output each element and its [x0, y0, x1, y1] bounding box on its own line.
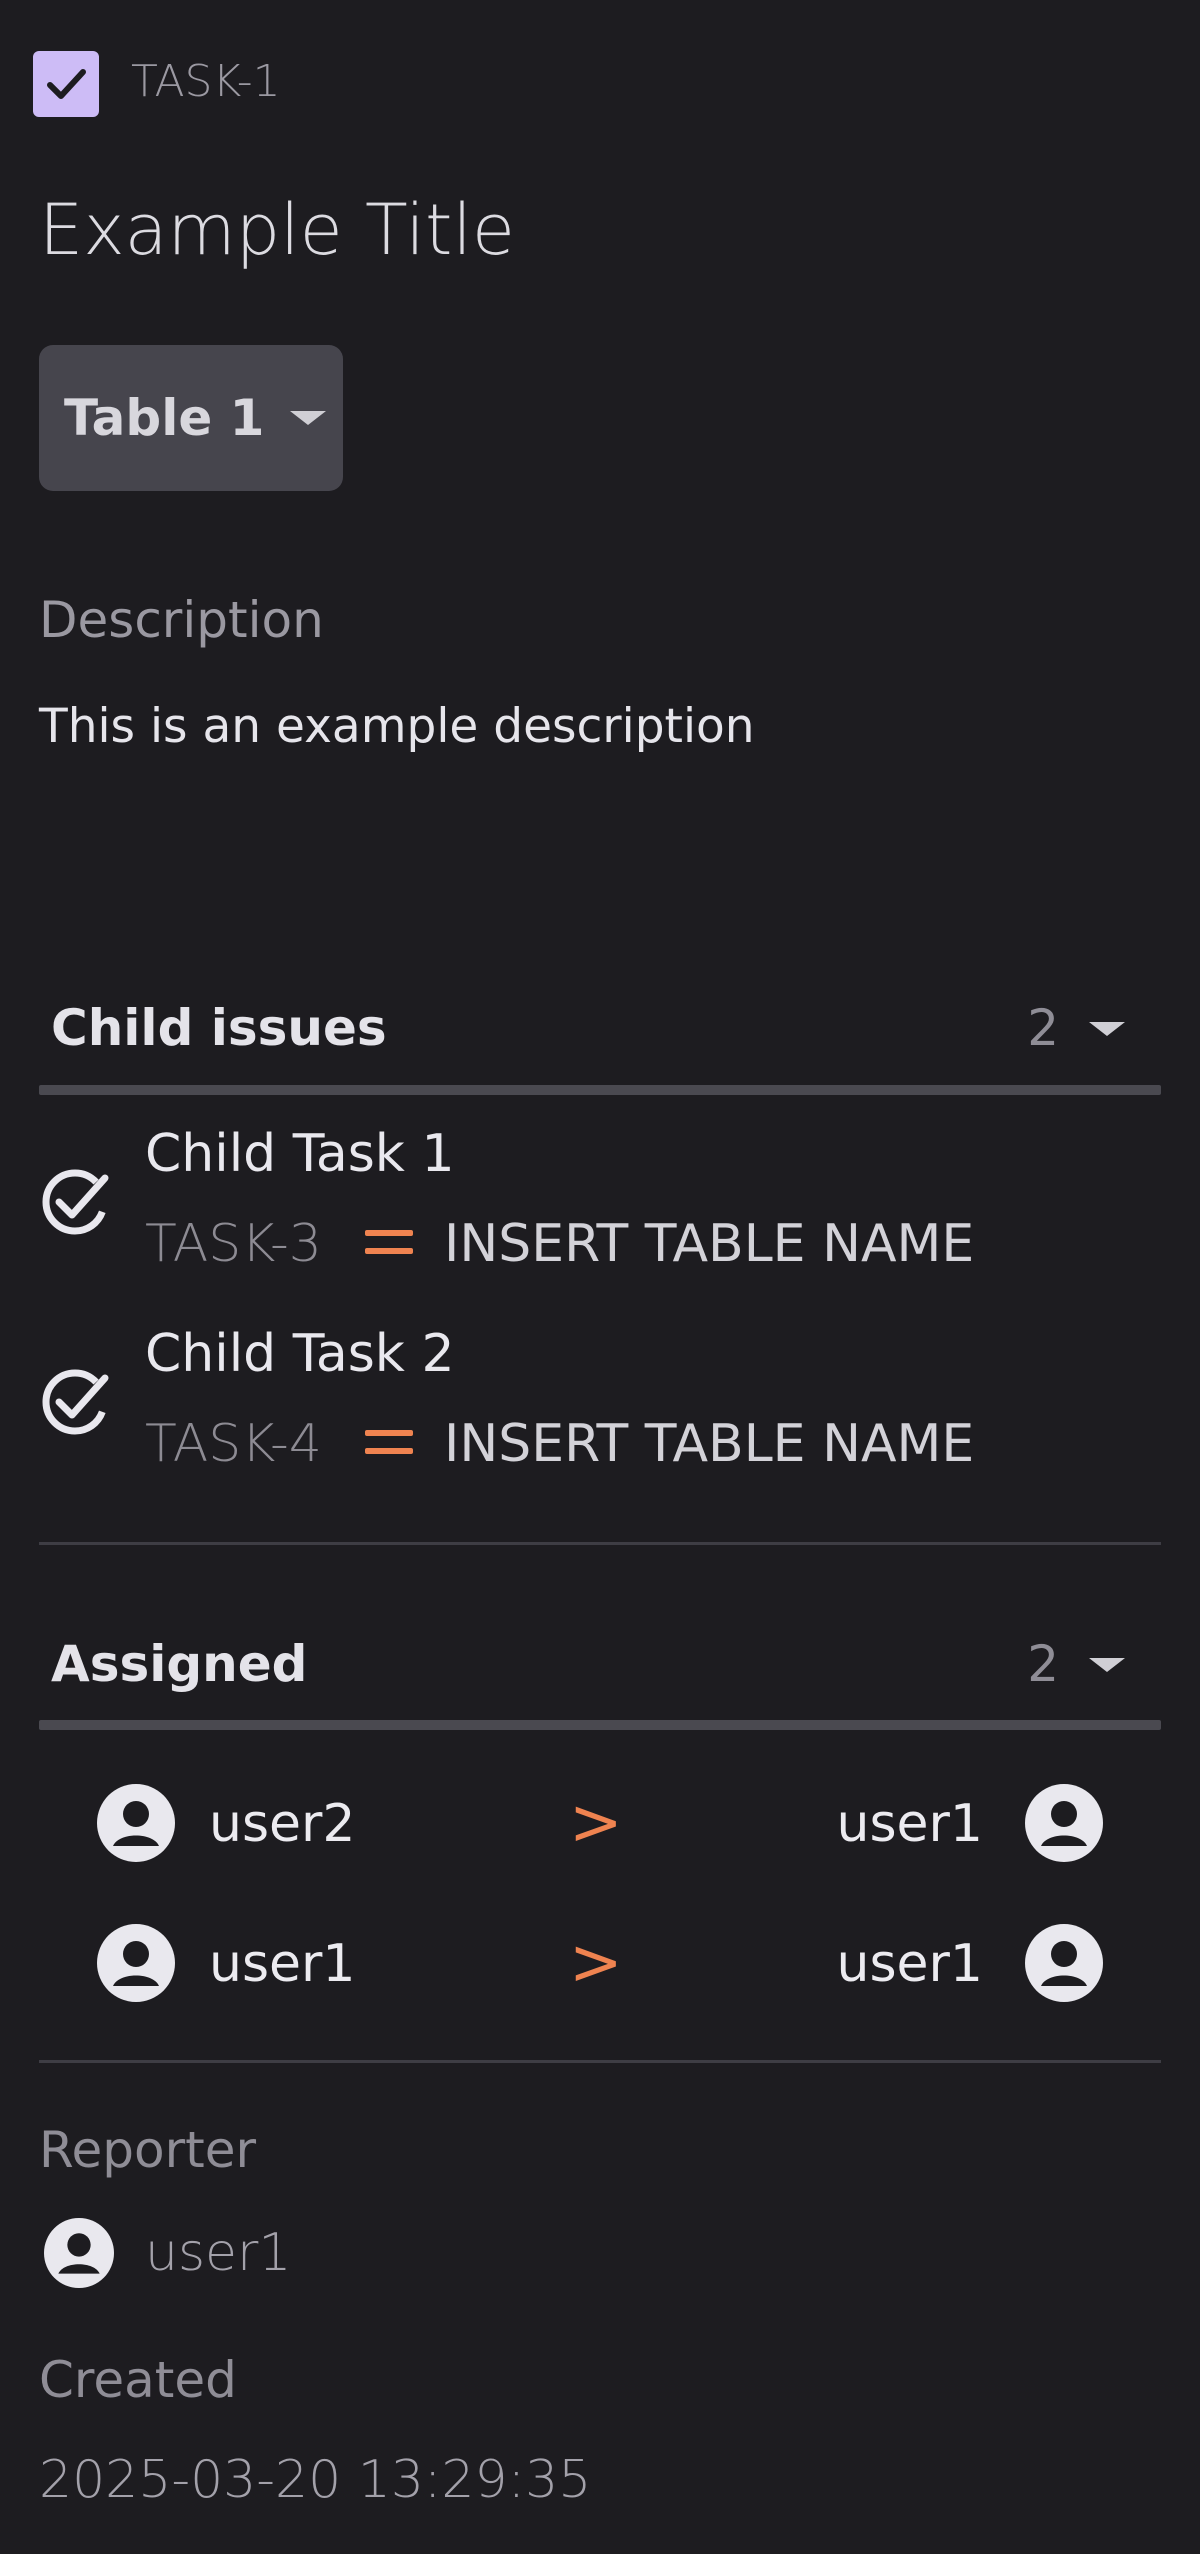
assignment-item[interactable]: user1 > user1 [39, 1914, 1161, 2014]
child-issue-title: Child Task 1 [145, 1124, 455, 1184]
assigned-to-user: user1 [836, 1934, 983, 1994]
priority-medium-icon [365, 1430, 413, 1458]
chevron-down-icon[interactable] [1089, 1658, 1125, 1672]
assigned-title: Assigned [51, 1635, 308, 1693]
table-select-label: Table 1 [64, 389, 265, 447]
child-issue-item[interactable]: Child Task 2 TASK-4 INSERT TABLE NAME [39, 1318, 1161, 1508]
child-issue-item[interactable]: Child Task 1 TASK-3 INSERT TABLE NAME [39, 1118, 1161, 1308]
assigned-from-user: user2 [209, 1794, 356, 1854]
child-issues-count: 2 [1027, 999, 1059, 1057]
description-text[interactable]: This is an example description [39, 692, 755, 762]
chevron-down-icon [290, 411, 327, 425]
assignment-arrow-icon: > [569, 1786, 623, 1860]
assigned-count: 2 [1027, 1635, 1059, 1693]
description-label: Description [39, 591, 324, 649]
reporter-label: Reporter [39, 2121, 257, 2179]
child-issue-table: INSERT TABLE NAME [444, 1214, 975, 1274]
child-issue-key: TASK-3 [145, 1214, 322, 1274]
check-circle-icon [42, 1169, 109, 1235]
child-issue-table: INSERT TABLE NAME [444, 1414, 975, 1474]
chevron-down-icon[interactable] [1089, 1022, 1125, 1036]
user-avatar-icon [97, 1924, 175, 2002]
task-key: TASK-1 [131, 56, 281, 107]
created-timestamp: 2025-03-20 13:29:35 [39, 2450, 592, 2510]
child-issues-title: Child issues [51, 999, 387, 1057]
check-icon [47, 69, 86, 99]
table-select-dropdown[interactable]: Table 1 [39, 345, 343, 491]
created-label: Created [39, 2351, 237, 2409]
task-title[interactable]: Example Title [39, 185, 515, 275]
priority-medium-icon [365, 1230, 413, 1258]
user-avatar-icon [1025, 1924, 1103, 2002]
task-checkbox[interactable] [33, 51, 99, 117]
assignment-arrow-icon: > [569, 1926, 623, 2000]
reporter-name[interactable]: user1 [145, 2218, 292, 2288]
section-divider [39, 2060, 1161, 2063]
child-issues-header[interactable]: Child issues 2 [39, 978, 1161, 1078]
check-circle-icon [42, 1369, 109, 1435]
user-avatar-icon [44, 2218, 114, 2288]
user-avatar-icon [97, 1784, 175, 1862]
assigned-from-user: user1 [209, 1934, 356, 1994]
assigned-header[interactable]: Assigned 2 [39, 1614, 1161, 1714]
section-divider [39, 1085, 1161, 1095]
user-avatar-icon [1025, 1784, 1103, 1862]
assigned-to-user: user1 [836, 1794, 983, 1854]
child-issue-key: TASK-4 [145, 1414, 322, 1474]
child-issue-title: Child Task 2 [145, 1324, 455, 1384]
assignment-item[interactable]: user2 > user1 [39, 1774, 1161, 1874]
section-divider [39, 1542, 1161, 1545]
section-divider [39, 1720, 1161, 1730]
